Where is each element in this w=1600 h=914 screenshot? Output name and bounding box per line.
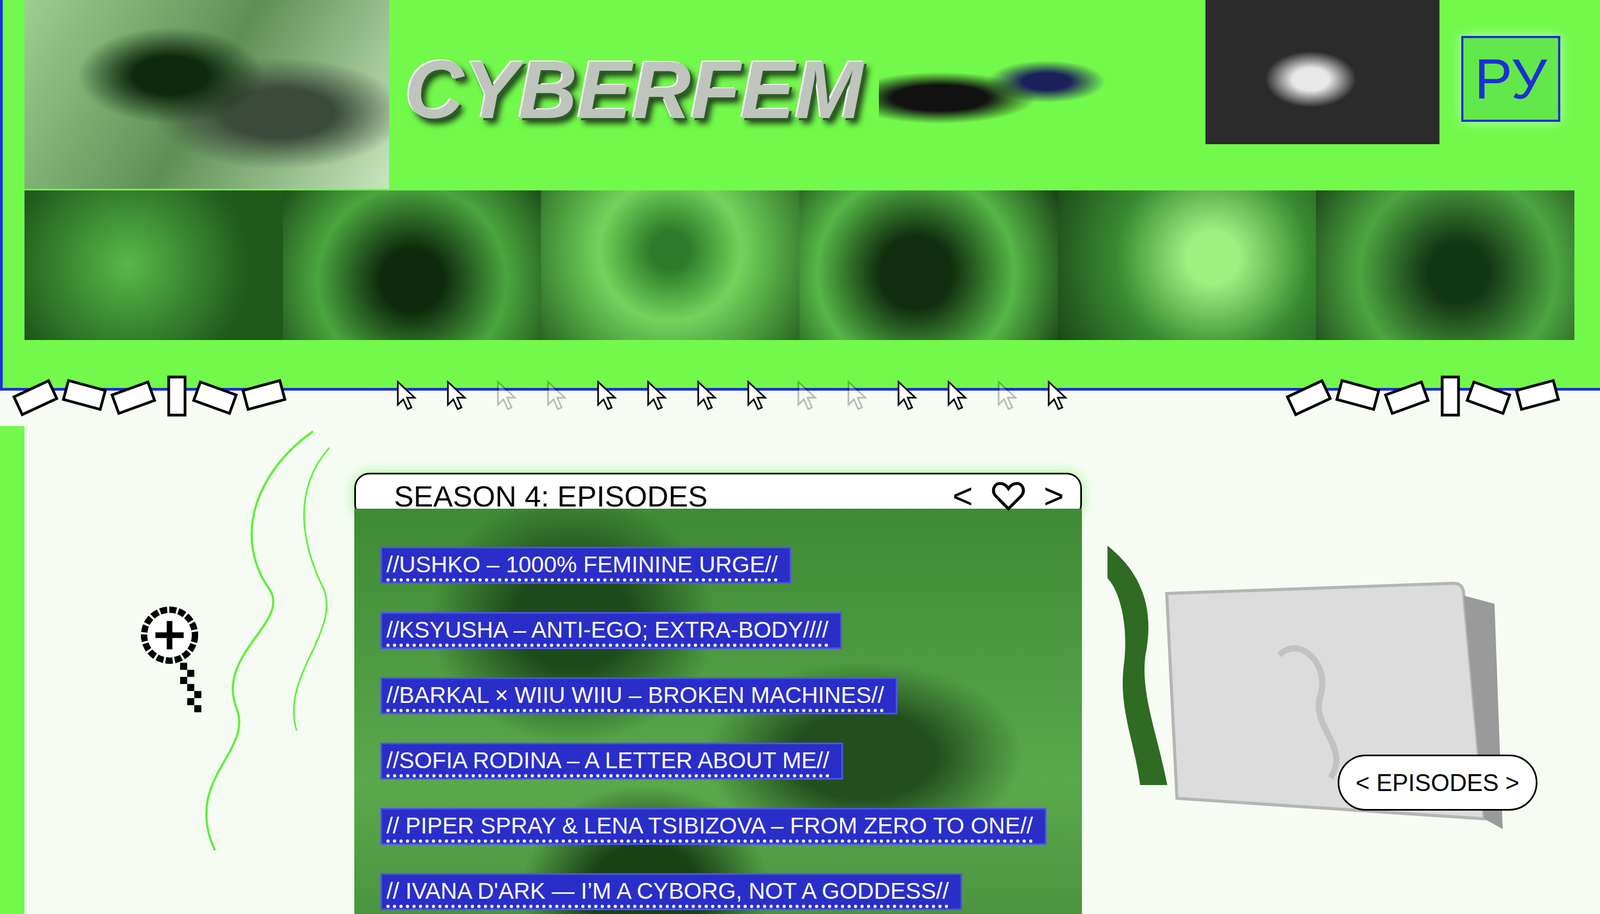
cursor-icon (1046, 379, 1069, 413)
main: SEASON 4: EPISODES<>//USHKO – 1000% FEMI… (0, 426, 1600, 914)
top-row: CYBERFEM РУ (24, 0, 1600, 191)
scribble-art (878, 32, 1184, 142)
cursor-icon (796, 379, 818, 413)
cursor-icon (846, 379, 869, 413)
page: CYBERFEMРУSEASON 4: EPISODES<>//USHKO – … (0, 0, 1600, 914)
art-collage (24, 0, 390, 189)
cursor-icon (395, 379, 418, 413)
episode-link[interactable]: //BARKAL × WIIU WIIU – BROKEN MACHINES// (380, 677, 898, 715)
episodes-panel: SEASON 4: EPISODES<>//USHKO – 1000% FEMI… (354, 472, 1082, 914)
language-button[interactable]: РУ (1461, 35, 1561, 122)
episode-link[interactable]: // PIPER SPRAY & LENA TSIBIZOVA – FROM Z… (380, 808, 1047, 846)
cursor-icon (495, 379, 518, 413)
pixel-deco-icon (10, 371, 316, 421)
film-frame (24, 190, 283, 341)
panel-controls: <> (952, 478, 1064, 514)
cursor-icon (746, 379, 768, 413)
cursor-trail (395, 379, 1069, 413)
episode-link[interactable]: //USHKO – 1000% FEMININE URGE// (380, 546, 792, 584)
logo[interactable]: CYBERFEM (410, 0, 858, 180)
cursor-icon (896, 379, 919, 413)
pixel-deco-icon (1284, 371, 1590, 421)
episodes-button[interactable]: < EPISODES > (1337, 754, 1538, 811)
next-button[interactable]: > (1043, 478, 1064, 514)
episode-link[interactable]: //SOFIA RODINA – A LETTER ABOUT ME// (380, 742, 843, 780)
cursor-row (0, 366, 1600, 427)
film-frame (282, 190, 542, 341)
cursor-icon (445, 379, 468, 413)
cursor-icon (996, 379, 1019, 413)
heart-icon[interactable] (991, 481, 1026, 512)
film-frame (540, 190, 800, 341)
cursor-icon (645, 379, 668, 413)
film-frame (1057, 190, 1317, 341)
film-frame (799, 190, 1058, 341)
filmstrip (24, 190, 1575, 341)
panel-title: SEASON 4: EPISODES (394, 479, 708, 514)
header: CYBERFEM РУ (0, 0, 1600, 391)
film-frame (1315, 190, 1575, 341)
dark-photo (1205, 0, 1440, 145)
canvas: SEASON 4: EPISODES<>//USHKO – 1000% FEMI… (24, 426, 1600, 914)
cursor-icon (946, 379, 969, 413)
goo-icon (1107, 513, 1173, 786)
episode-link[interactable]: //KSYUSHA – ANTI-EGO; EXTRA-BODY//// (380, 612, 842, 650)
magnifier-icon[interactable] (137, 603, 209, 717)
episode-link[interactable]: // IVANA D'ARK — I’M A CYBORG, NOT A GOD… (380, 873, 963, 911)
cursor-icon (545, 379, 568, 413)
side-strip (0, 426, 25, 914)
prev-button[interactable]: < (952, 478, 973, 514)
cursor-icon (595, 379, 618, 413)
episode-list: //USHKO – 1000% FEMININE URGE// //KSYUSHA… (354, 508, 1082, 914)
cursor-icon (696, 379, 718, 413)
